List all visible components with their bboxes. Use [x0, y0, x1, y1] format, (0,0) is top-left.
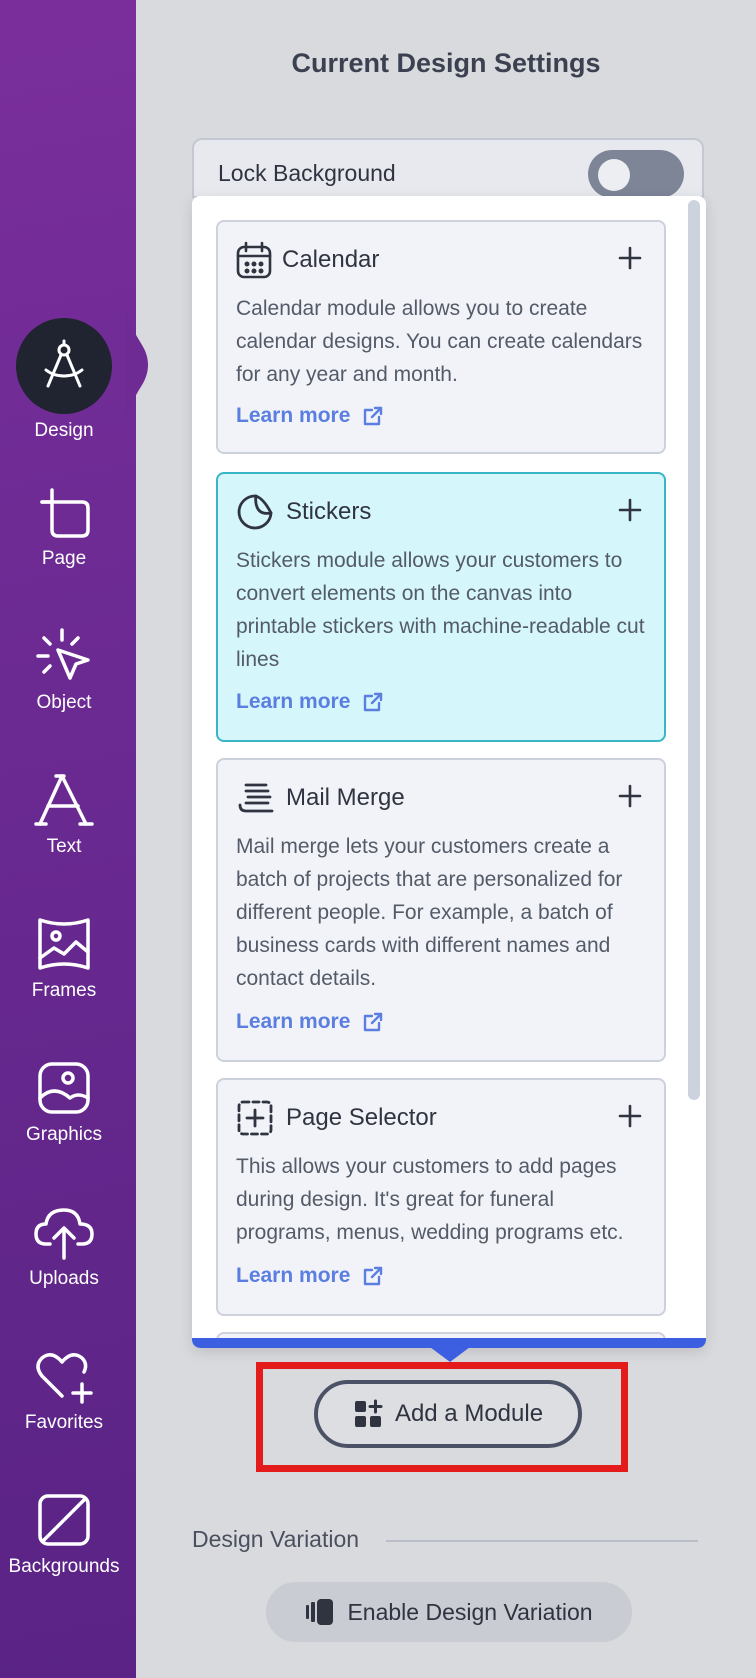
learn-more-link[interactable]: Learn more: [236, 1264, 384, 1288]
module-dropdown: Calendar Calendar module allows you to c…: [192, 196, 706, 1348]
image-icon: [38, 1062, 90, 1114]
page-add-icon: [237, 1100, 273, 1136]
sidebar-item-label: Uploads: [29, 1268, 99, 1289]
learn-more-label: Learn more: [236, 690, 351, 713]
module-header: Page Selector: [236, 1098, 437, 1138]
sidebar-item-page[interactable]: Page: [0, 482, 128, 570]
compass-icon: [44, 339, 84, 388]
sidebar-item-frames[interactable]: Frames: [0, 914, 128, 1002]
external-link-icon: [364, 1266, 383, 1286]
module-description: This allows your customers to add pages …: [236, 1155, 624, 1244]
sidebar-item-label: Text: [46, 836, 82, 857]
module-name: Stickers: [286, 498, 372, 525]
module-header: Calendar: [236, 240, 379, 280]
design-active-indicator: [16, 318, 112, 414]
module-description: Stickers module allows your customers to…: [236, 549, 645, 671]
add-module-label: Add a Module: [394, 1400, 544, 1427]
learn-more-link[interactable]: Learn more: [236, 1010, 384, 1034]
sidebar-item-label: Page: [41, 548, 87, 569]
background-icon: [38, 1494, 90, 1546]
sidebar-notch: [126, 300, 148, 430]
dropdown-scrollbar[interactable]: [688, 200, 700, 1100]
sidebar-item-backgrounds[interactable]: Backgrounds: [0, 1490, 128, 1578]
enable-design-variation-button[interactable]: Enable Design Variation: [266, 1582, 632, 1642]
lock-background-toggle[interactable]: [588, 150, 684, 198]
divider: [386, 1540, 698, 1542]
learn-more-link[interactable]: Learn more: [236, 404, 384, 428]
sidebar-item-label: Graphics: [25, 1124, 103, 1145]
enable-design-variation-label: Enable Design Variation: [347, 1598, 593, 1625]
external-link-icon: [364, 1012, 383, 1032]
add-stickers-plus-icon[interactable]: [616, 496, 644, 524]
stack-icon: [238, 783, 274, 813]
external-link-icon: [364, 692, 383, 712]
module-card-stickers[interactable]: Stickers Stickers module allows your cus…: [216, 472, 666, 742]
lock-background-label: Lock Background: [218, 160, 396, 186]
module-header: Mail Merge: [236, 778, 405, 818]
add-calendar-plus-icon[interactable]: [616, 244, 644, 272]
variation-icon: [306, 1599, 334, 1625]
module-card-page-selector[interactable]: Page Selector This allows your customers…: [216, 1078, 666, 1316]
module-card-mail-merge[interactable]: Mail Merge Mail merge lets your customer…: [216, 758, 666, 1062]
module-name: Mail Merge: [286, 784, 405, 811]
sidebar-item-label: Object: [36, 692, 92, 713]
heart-plus-icon: [36, 1353, 93, 1404]
module-name: Page Selector: [286, 1104, 437, 1131]
learn-more-label: Learn more: [236, 404, 351, 427]
sidebar-item-label: Backgrounds: [8, 1556, 120, 1577]
toggle-knob: [598, 159, 630, 191]
frame-icon: [38, 918, 90, 970]
module-description: Mail merge lets your customers create a …: [236, 835, 623, 990]
sidebar-item-object[interactable]: Object: [0, 626, 128, 714]
external-link-icon: [364, 406, 383, 426]
learn-more-label: Learn more: [236, 1010, 351, 1033]
lock-background-row: Lock Background: [192, 138, 704, 198]
page-icon: [40, 488, 90, 538]
learn-more-link[interactable]: Learn more: [236, 690, 384, 714]
sidebar-item-graphics[interactable]: Graphics: [0, 1058, 128, 1146]
sidebar-item-label: Favorites: [24, 1412, 104, 1433]
calendar-icon: [236, 241, 272, 279]
cursor-click-icon: [36, 628, 90, 680]
add-mail-merge-plus-icon[interactable]: [616, 782, 644, 810]
sidebar-item-text[interactable]: Text: [0, 770, 128, 858]
sticker-icon: [237, 494, 273, 530]
text-icon: [34, 774, 94, 826]
sidebar-item-label: Design: [34, 420, 94, 441]
sidebar-item-favorites[interactable]: Favorites: [0, 1346, 128, 1434]
add-page-selector-plus-icon[interactable]: [616, 1102, 644, 1130]
learn-more-label: Learn more: [236, 1264, 351, 1287]
module-header: Stickers: [236, 492, 371, 532]
module-name: Calendar: [282, 246, 380, 273]
module-card-calendar[interactable]: Calendar Calendar module allows you to c…: [216, 220, 666, 454]
design-variation-heading: Design Variation: [192, 1526, 360, 1552]
add-module-icon: [354, 1399, 383, 1427]
sidebar-item-design[interactable]: Design: [0, 318, 128, 442]
page-title: Current Design Settings: [291, 48, 601, 78]
dropdown-pointer: [426, 1344, 474, 1362]
sidebar-item-label: Frames: [31, 980, 97, 1001]
cloud-upload-icon: [34, 1208, 94, 1260]
sidebar-item-uploads[interactable]: Uploads: [0, 1202, 128, 1290]
module-description: Calendar module allows you to create cal…: [236, 297, 643, 386]
add-module-button[interactable]: Add a Module: [314, 1380, 582, 1448]
